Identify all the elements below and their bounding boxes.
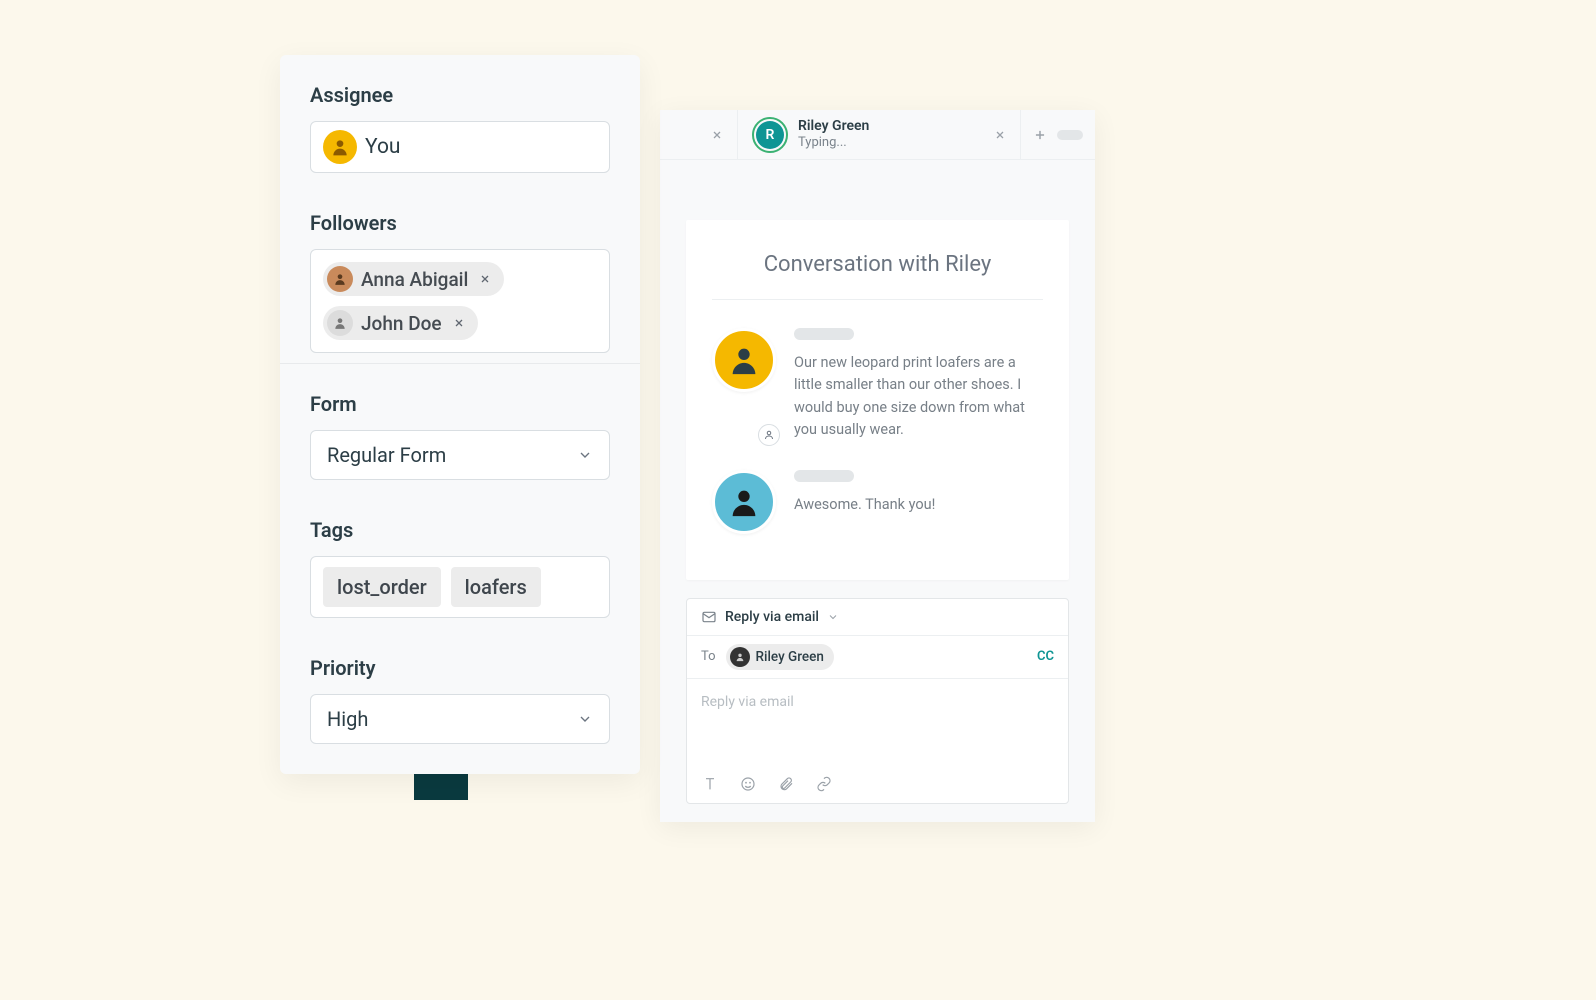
- composer-toolbar: [687, 765, 1068, 803]
- composer-mode-select[interactable]: Reply via email: [687, 599, 1068, 636]
- followers-section: Followers Anna Abigail John Doe: [280, 183, 640, 363]
- avatar: [712, 470, 776, 534]
- message-content: Our new leopard print loafers are a litt…: [794, 328, 1043, 442]
- priority-value: High: [327, 707, 368, 731]
- composer-to-row: To Riley Green CC: [687, 636, 1068, 679]
- tab-previous[interactable]: [660, 110, 738, 159]
- link-icon[interactable]: [815, 775, 833, 793]
- follower-avatar: [327, 310, 353, 336]
- tab-avatar-ring: R: [752, 117, 788, 153]
- follower-avatar: [327, 266, 353, 292]
- follower-name: John Doe: [361, 312, 442, 335]
- follower-chip: John Doe: [323, 306, 478, 340]
- tab-avatar: R: [756, 121, 784, 149]
- avatar: [712, 328, 776, 392]
- tab-status: Typing...: [798, 135, 869, 151]
- assignee-label: Assignee: [310, 83, 610, 107]
- reply-composer: Reply via email To Riley Green CC Reply …: [686, 598, 1069, 804]
- new-tab-button[interactable]: [1033, 128, 1047, 142]
- text-format-icon[interactable]: [701, 775, 719, 793]
- chevron-down-icon: [577, 711, 593, 727]
- tag-item[interactable]: loafers: [451, 567, 541, 607]
- conversation-title: Conversation with Riley: [712, 252, 1043, 300]
- tab-actions: [1021, 128, 1095, 142]
- tab-name: Riley Green: [798, 118, 869, 135]
- details-sidebar: Assignee You Followers Anna Abigail: [280, 55, 640, 774]
- followers-label: Followers: [310, 211, 610, 235]
- form-section: Form Regular Form: [280, 363, 640, 490]
- remove-follower-icon[interactable]: [450, 314, 468, 332]
- attachment-icon[interactable]: [777, 775, 795, 793]
- followers-picker[interactable]: Anna Abigail John Doe: [310, 249, 610, 353]
- tab-active[interactable]: R Riley Green Typing...: [738, 110, 1021, 159]
- chevron-down-icon: [827, 611, 839, 623]
- emoji-icon[interactable]: [739, 775, 757, 793]
- message-avatar-wrap: [712, 470, 776, 534]
- remove-follower-icon[interactable]: [476, 270, 494, 288]
- follower-name: Anna Abigail: [361, 268, 468, 291]
- tag-item[interactable]: lost_order: [323, 567, 441, 607]
- recipient-name: Riley Green: [756, 649, 824, 665]
- composer-textarea[interactable]: Reply via email: [687, 679, 1068, 765]
- to-label: To: [701, 649, 716, 664]
- message-meta-placeholder: [794, 328, 854, 340]
- tab-meta: Riley Green Typing...: [798, 118, 869, 150]
- message-text: Awesome. Thank you!: [794, 494, 1043, 516]
- assignee-picker[interactable]: You: [310, 121, 610, 173]
- recipient-avatar: [730, 647, 750, 667]
- background-accent: [414, 770, 468, 800]
- form-select[interactable]: Regular Form: [310, 430, 610, 480]
- priority-label: Priority: [310, 656, 610, 680]
- conversation-card: Conversation with Riley Our new leopard …: [686, 220, 1069, 580]
- close-icon[interactable]: [711, 129, 723, 141]
- chevron-down-icon: [577, 447, 593, 463]
- tags-picker[interactable]: lost_order loafers: [310, 556, 610, 618]
- tab-bar: R Riley Green Typing...: [660, 110, 1095, 160]
- message-content: Awesome. Thank you!: [794, 470, 1043, 534]
- message-row: Our new leopard print loafers are a litt…: [712, 328, 1043, 442]
- tab-overflow-placeholder: [1057, 130, 1083, 140]
- agent-badge-icon: [758, 424, 780, 446]
- tags-label: Tags: [310, 518, 610, 542]
- recipient-chip[interactable]: Riley Green: [726, 644, 834, 670]
- mail-icon: [701, 609, 717, 625]
- assignee-avatar: [323, 130, 357, 164]
- conversation-panel: R Riley Green Typing... Conversation wit…: [660, 110, 1095, 822]
- assignee-value: You: [365, 135, 401, 159]
- message-text: Our new leopard print loafers are a litt…: [794, 352, 1043, 442]
- cc-button[interactable]: CC: [1037, 649, 1054, 664]
- close-icon[interactable]: [994, 129, 1006, 141]
- tags-section: Tags lost_order loafers: [280, 490, 640, 628]
- form-value: Regular Form: [327, 443, 446, 467]
- message-avatar-wrap: [712, 328, 776, 442]
- priority-select[interactable]: High: [310, 694, 610, 744]
- follower-chip: Anna Abigail: [323, 262, 504, 296]
- form-label: Form: [310, 392, 610, 416]
- priority-section: Priority High: [280, 628, 640, 774]
- composer-placeholder: Reply via email: [701, 694, 794, 710]
- message-row: Awesome. Thank you!: [712, 470, 1043, 534]
- message-meta-placeholder: [794, 470, 854, 482]
- composer-mode-label: Reply via email: [725, 609, 819, 625]
- assignee-section: Assignee You: [280, 55, 640, 183]
- conversation-body: Conversation with Riley Our new leopard …: [660, 160, 1095, 822]
